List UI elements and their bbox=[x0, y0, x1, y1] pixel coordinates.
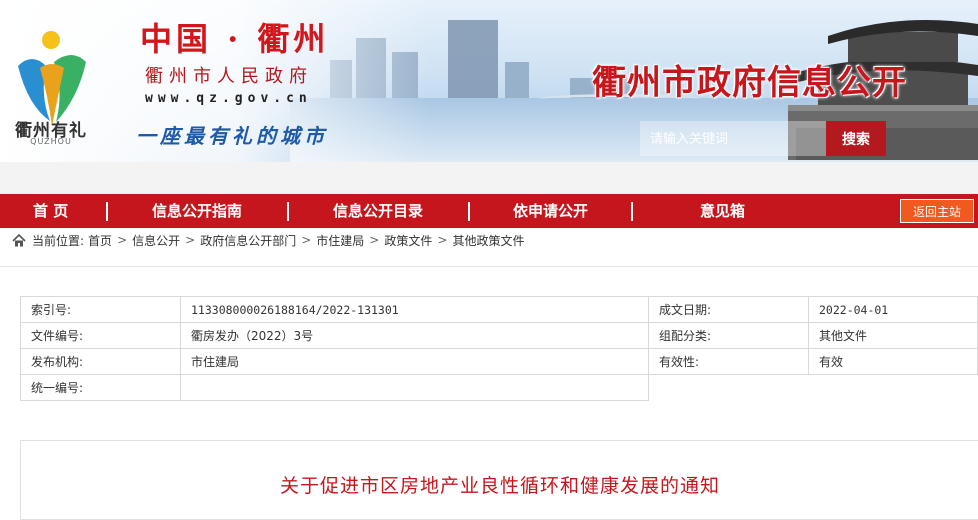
unified-value bbox=[180, 374, 649, 401]
nav-feedback-box[interactable]: 意见箱 bbox=[700, 194, 745, 228]
breadcrumb: 当前位置: 首页 > 信息公开 > 政府信息公开部门 > 市住建局 > 政策文件… bbox=[12, 231, 524, 249]
document-body: 关于促进市区房地产业良性循环和健康发展的通知 bbox=[20, 440, 978, 520]
nav-divider bbox=[287, 202, 289, 221]
table-row: 索引号: 113308000026188164/2022-131301 成文日期… bbox=[20, 296, 978, 323]
validity-value: 有效 bbox=[808, 348, 978, 375]
china-quzhou-title: 中国 · 衢州 bbox=[140, 20, 330, 58]
chevron-right-icon: > bbox=[185, 233, 196, 247]
document-meta-table: 索引号: 113308000026188164/2022-131301 成文日期… bbox=[20, 296, 978, 401]
breadcrumb-link[interactable]: 市住建局 bbox=[316, 232, 364, 249]
city-slogan: 一座最有礼的城市 bbox=[136, 124, 328, 148]
search-input[interactable] bbox=[640, 121, 826, 156]
main-nav: 首 页 信息公开指南 信息公开目录 依申请公开 意见箱 bbox=[0, 194, 978, 228]
category-label: 组配分类: bbox=[648, 322, 809, 349]
header-banner: 衢州有礼 QUZHOU 中国 · 衢州 衢州市人民政府 www.qz.gov.c… bbox=[0, 0, 978, 162]
date-value: 2022-04-01 bbox=[808, 296, 978, 323]
nav-divider bbox=[106, 202, 108, 221]
government-name: 衢州市人民政府 bbox=[145, 66, 313, 87]
docno-value: 衢房发办（2022）3号 bbox=[180, 322, 649, 349]
skyline-building bbox=[448, 20, 498, 100]
issuer-value: 市住建局 bbox=[180, 348, 649, 375]
breadcrumb-prefix: 当前位置: bbox=[32, 233, 85, 248]
nav-disclosure-guide[interactable]: 信息公开指南 bbox=[152, 194, 242, 228]
chevron-right-icon: > bbox=[437, 233, 448, 247]
nav-divider bbox=[631, 202, 633, 221]
index-label: 索引号: bbox=[20, 296, 181, 323]
chevron-right-icon: > bbox=[117, 233, 128, 247]
skyline-building bbox=[505, 62, 529, 100]
validity-label: 有效性: bbox=[648, 348, 809, 375]
search-button[interactable]: 搜索 bbox=[826, 121, 886, 156]
table-row: 统一编号: bbox=[20, 374, 978, 401]
nav-apply-disclosure[interactable]: 依申请公开 bbox=[513, 194, 588, 228]
chevron-right-icon: > bbox=[301, 233, 312, 247]
site-url: www.qz.gov.cn bbox=[145, 91, 312, 106]
nav-disclosure-catalog[interactable]: 信息公开目录 bbox=[333, 194, 423, 228]
breadcrumb-link[interactable]: 首页 bbox=[88, 232, 112, 249]
category-value: 其他文件 bbox=[808, 322, 978, 349]
chevron-right-icon: > bbox=[369, 233, 380, 247]
unified-label: 统一编号: bbox=[20, 374, 181, 401]
breadcrumb-link[interactable]: 政府信息公开部门 bbox=[200, 232, 296, 249]
table-row: 发布机构: 市住建局 有效性: 有效 bbox=[20, 348, 978, 375]
home-icon bbox=[12, 233, 26, 246]
back-to-main-site-button[interactable]: 返回主站 bbox=[900, 199, 974, 223]
nav-home[interactable]: 首 页 bbox=[33, 194, 68, 228]
docno-label: 文件编号: bbox=[20, 322, 181, 349]
index-value: 113308000026188164/2022-131301 bbox=[180, 296, 649, 323]
document-title: 关于促进市区房地产业良性循环和健康发展的通知 bbox=[279, 475, 720, 497]
breadcrumb-link[interactable]: 信息公开 bbox=[132, 232, 180, 249]
breadcrumb-link[interactable]: 政策文件 bbox=[384, 232, 432, 249]
issuer-label: 发布机构: bbox=[20, 348, 181, 375]
breadcrumb-current[interactable]: 其他政策文件 bbox=[452, 232, 524, 249]
site-title: 衢州市政府信息公开 bbox=[592, 63, 907, 103]
date-label: 成文日期: bbox=[648, 296, 809, 323]
logo-subtitle: QUZHOU bbox=[30, 137, 72, 146]
table-row: 文件编号: 衢房发办（2022）3号 组配分类: 其他文件 bbox=[20, 322, 978, 349]
nav-divider bbox=[468, 202, 470, 221]
